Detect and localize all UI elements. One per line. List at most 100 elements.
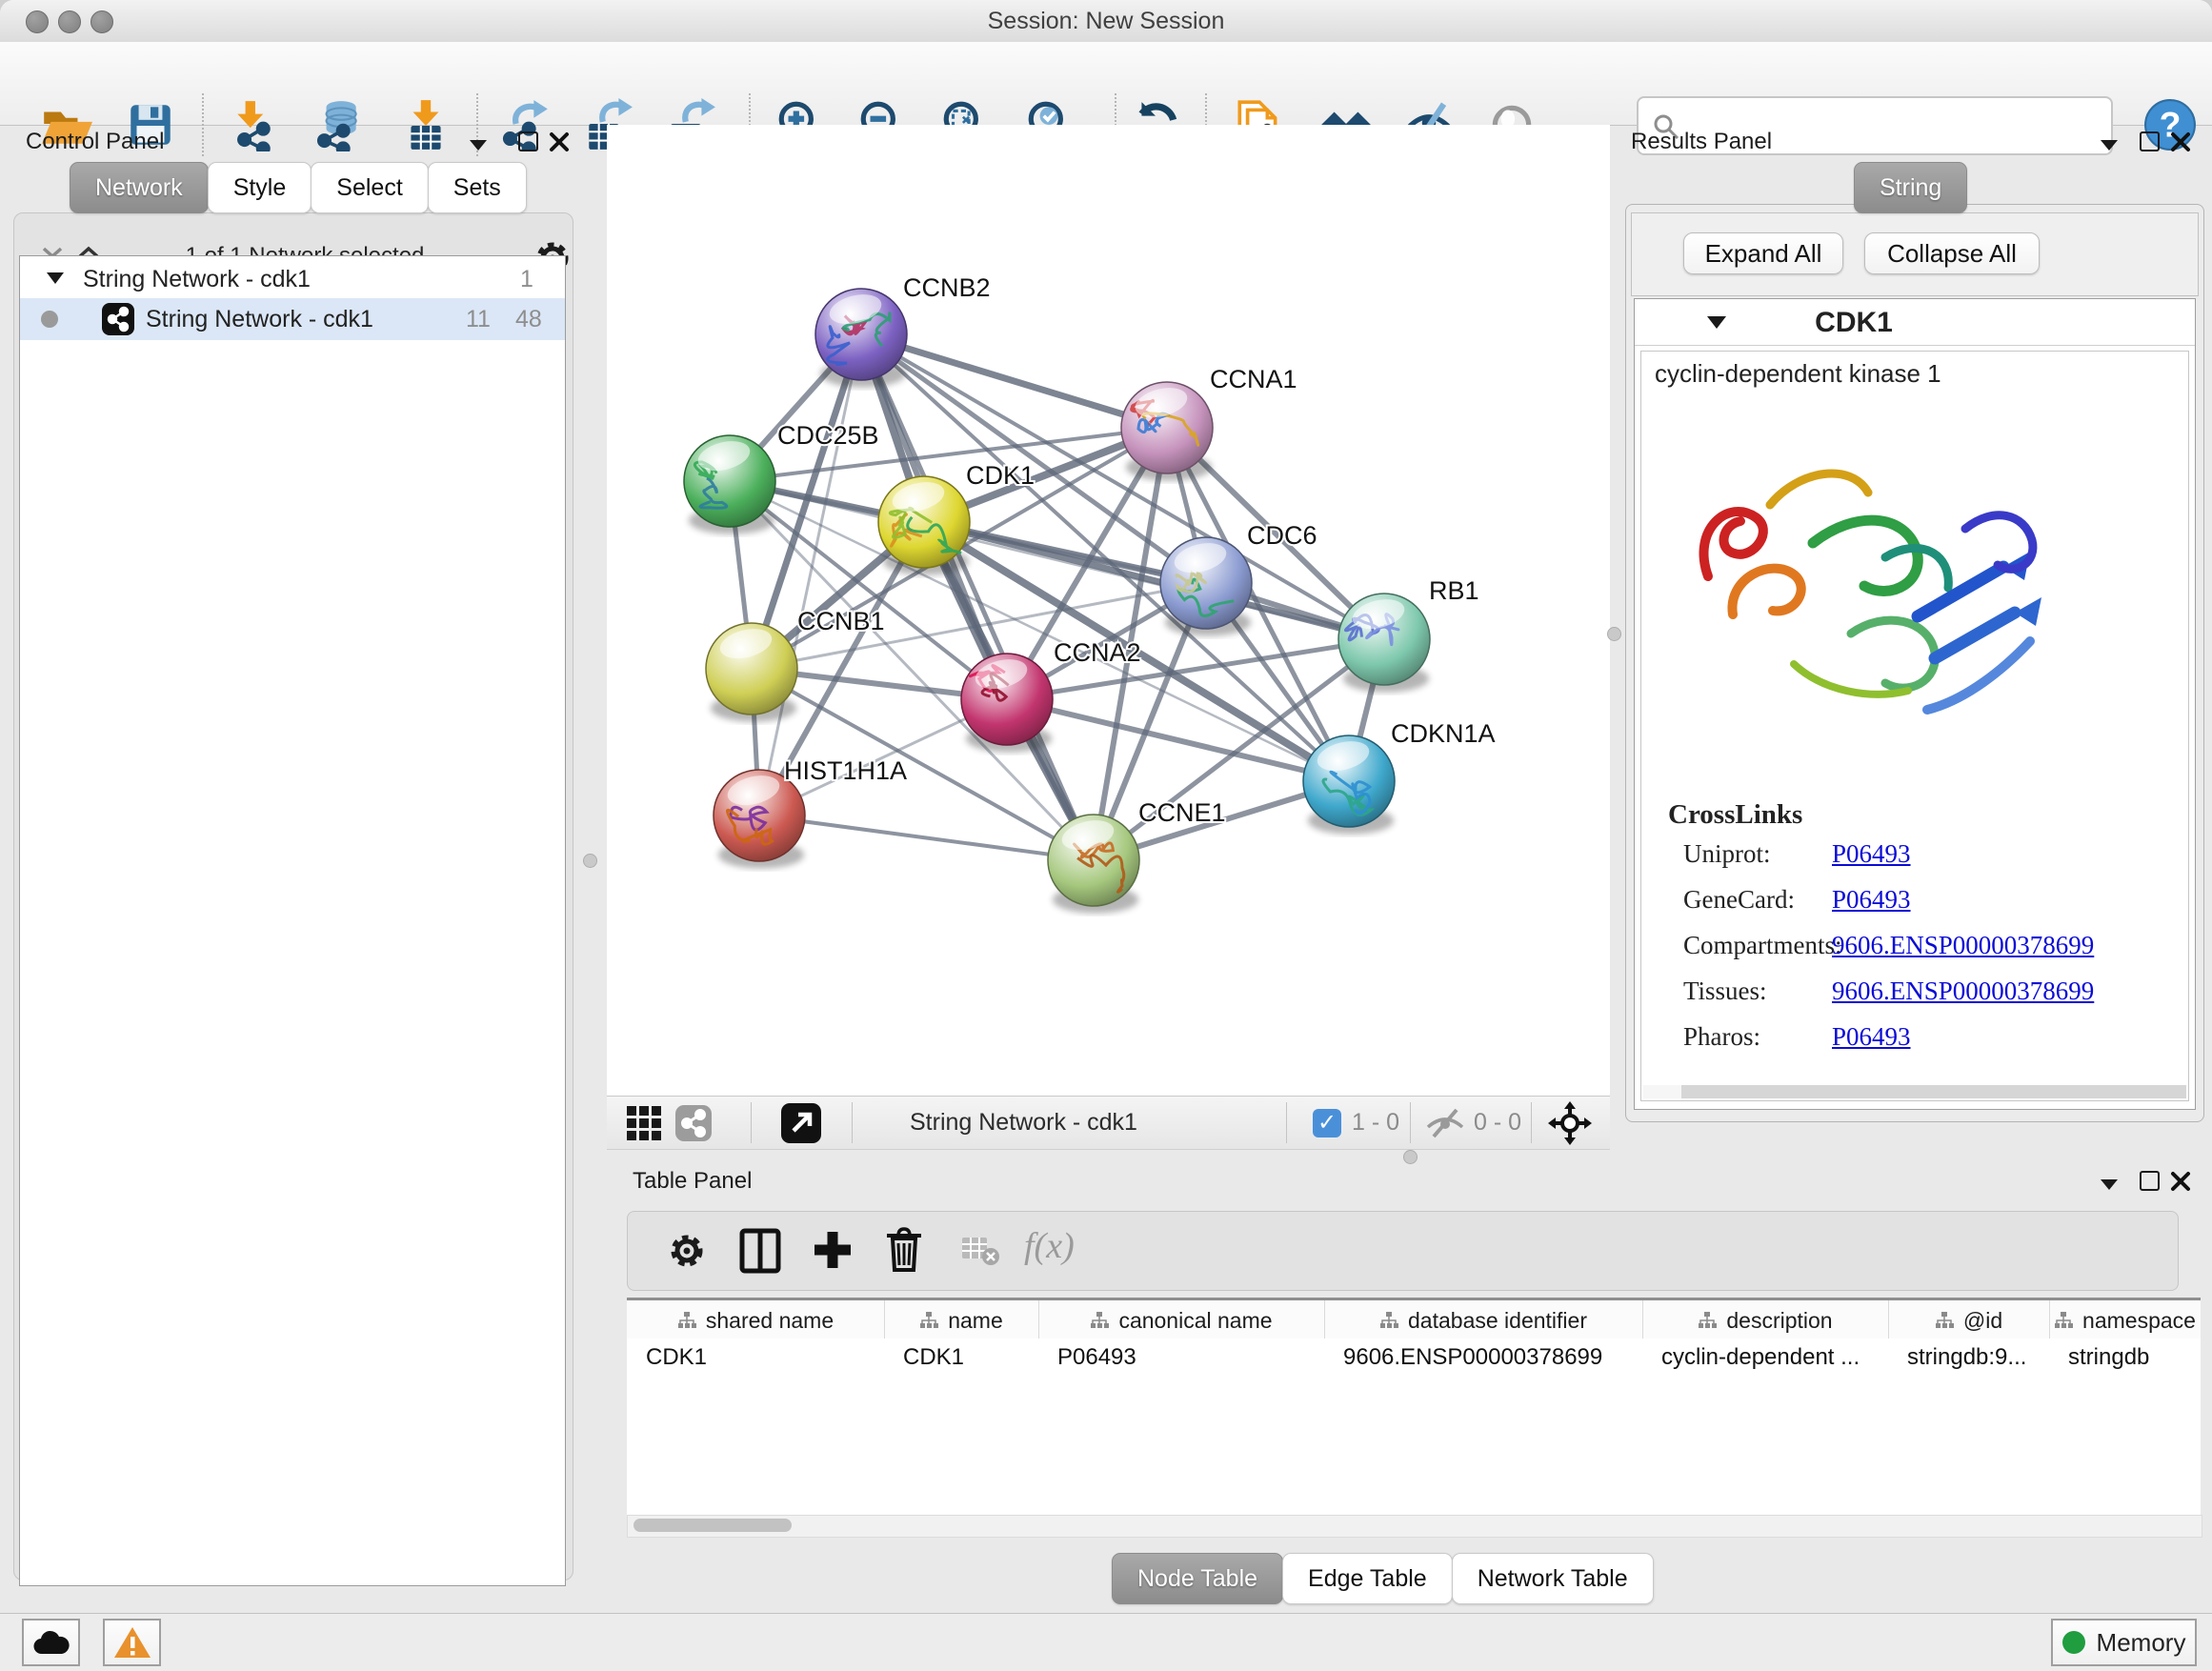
network-graph[interactable]: CCNB2CCNA1CDC25BCDK1CDC6RB1CCNB1CCNA2CDK… (607, 125, 1610, 1096)
graph-node-rb1[interactable]: RB1 (1338, 576, 1479, 693)
window-title: Session: New Session (0, 8, 2212, 35)
tab-network-table[interactable]: Network Table (1452, 1553, 1654, 1604)
tab-edge-table[interactable]: Edge Table (1282, 1553, 1453, 1604)
delete-column-icon[interactable] (883, 1226, 925, 1274)
scrollbar-thumb[interactable] (633, 1519, 792, 1532)
results-button-strip: Expand All Collapse All (1631, 212, 2199, 296)
cloud-status-button[interactable] (22, 1619, 80, 1666)
toolbar-separator (852, 1102, 853, 1143)
column-header-@id[interactable]: @id (1888, 1300, 2050, 1340)
fit-content-crosshair-icon[interactable] (1548, 1101, 1592, 1145)
column-type-icon (919, 1311, 938, 1330)
table-cell[interactable]: 9606.ENSP00000378699 (1343, 1344, 1637, 1377)
collapse-entry-icon[interactable] (1707, 316, 1726, 329)
crosslink-row: Pharos:P06493 (1683, 1022, 2179, 1052)
panel-menu-icon[interactable] (2101, 1178, 2118, 1195)
crosslink-value-link[interactable]: P06493 (1832, 839, 1911, 869)
tab-style[interactable]: Style (208, 162, 312, 213)
cloud-icon (32, 1629, 70, 1656)
column-header-canonical-name[interactable]: canonical name (1038, 1300, 1325, 1340)
entry-detail-box: cyclin-dependent kinase 1 (1640, 351, 2189, 1101)
gear-icon[interactable] (666, 1230, 708, 1272)
graph-node-ccnb2[interactable]: CCNB2 (815, 273, 991, 388)
float-panel-icon[interactable] (2140, 131, 2160, 156)
hidden-eye-icon (1424, 1108, 1466, 1138)
add-column-icon[interactable] (811, 1228, 855, 1272)
selected-checkbox-icon[interactable]: ✓ (1313, 1109, 1341, 1137)
close-panel-icon[interactable] (549, 131, 570, 152)
crosslink-row: Uniprot:P06493 (1683, 839, 2179, 869)
column-type-icon (1935, 1311, 1954, 1330)
table-cell[interactable]: CDK1 (646, 1344, 878, 1377)
network-label: String Network - cdk1 (146, 306, 373, 333)
table-cell[interactable]: cyclin-dependent ... (1661, 1344, 1882, 1377)
tab-sets[interactable]: Sets (428, 162, 527, 213)
network-tree: String Network - cdk1 1 String Network -… (19, 255, 566, 1586)
close-panel-icon[interactable] (2170, 1171, 2191, 1192)
node-label: CDKN1A (1391, 719, 1496, 748)
column-header-database-identifier[interactable]: database identifier (1324, 1300, 1643, 1340)
graph-node-ccnb1[interactable]: CCNB1 (706, 607, 885, 722)
entry-name: CDK1 (1739, 307, 1968, 339)
memory-button[interactable]: Memory (2051, 1619, 2197, 1666)
node-label: RB1 (1429, 576, 1479, 605)
select-columns-icon[interactable] (738, 1228, 782, 1274)
table-body: CDK1 CDK1 P06493 9606.ENSP00000378699 cyclin… (627, 1339, 2201, 1515)
crosslink-value-link[interactable]: P06493 (1832, 885, 1911, 915)
graph-edge[interactable] (759, 815, 1094, 860)
tab-network[interactable]: Network (70, 162, 209, 213)
close-panel-icon[interactable] (2170, 131, 2191, 152)
birdseye-navigator-icon[interactable] (781, 1103, 821, 1143)
column-header-namespace[interactable]: namespace (2049, 1300, 2201, 1340)
tab-node-table[interactable]: Node Table (1112, 1553, 1283, 1604)
collapse-all-button[interactable]: Collapse All (1864, 232, 2040, 274)
column-header-description[interactable]: description (1642, 1300, 1889, 1340)
graph-node-cdkn1a[interactable]: CDKN1A (1303, 719, 1496, 835)
grid-view-icon[interactable] (626, 1105, 662, 1141)
graph-node-ccna1[interactable]: CCNA1 (1121, 365, 1297, 481)
result-entry-header[interactable]: CDK1 (1635, 299, 2195, 346)
graph-node-cdc25b[interactable]: CDC25B (684, 421, 879, 534)
panel-menu-icon[interactable] (470, 138, 487, 155)
table-cell[interactable]: stringdb:9... (1907, 1344, 2043, 1377)
horizontal-splitter-handle[interactable] (1403, 1150, 1418, 1164)
tab-select[interactable]: Select (311, 162, 428, 213)
cytoscape-window: Session: New Session (0, 0, 2212, 1671)
tree-expand-icon[interactable] (47, 272, 64, 284)
warning-status-button[interactable] (103, 1619, 161, 1666)
results-hscrollbar[interactable] (1643, 1085, 2186, 1098)
left-splitter-handle[interactable] (583, 854, 597, 868)
table-cell[interactable]: CDK1 (903, 1344, 1033, 1377)
crosslink-label: Pharos: (1683, 1022, 1832, 1052)
crosslink-value-link[interactable]: P06493 (1832, 1022, 1911, 1052)
column-header-shared-name[interactable]: shared name (627, 1300, 885, 1340)
column-header-label: database identifier (1408, 1308, 1587, 1334)
status-bar: Memory (0, 1613, 2212, 1671)
control-panel: Control Panel NetworkStyleSelectSets 1 o… (10, 125, 577, 1596)
float-panel-icon[interactable] (2140, 1171, 2160, 1196)
column-header-name[interactable]: name (884, 1300, 1039, 1340)
network-edge-count: 48 (515, 306, 542, 333)
crosslink-value-link[interactable]: 9606.ENSP00000378699 (1832, 976, 2094, 1006)
graph-edge[interactable] (861, 334, 1167, 428)
crosslink-value-link[interactable]: 9606.ENSP00000378699 (1832, 931, 2094, 960)
crosslink-row: GeneCard:P06493 (1683, 885, 2179, 915)
toolbar-separator (1286, 1102, 1287, 1143)
column-header-label: @id (1963, 1308, 2002, 1334)
collection-count: 1 (520, 266, 533, 293)
table-header-row: shared namenamecanonical name database id… (627, 1298, 2201, 1341)
column-header-label: description (1726, 1308, 1832, 1334)
network-row-selected[interactable]: String Network - cdk1 11 48 (20, 298, 565, 340)
table-hscrollbar[interactable] (627, 1515, 2202, 1538)
network-node-count: 11 (466, 306, 491, 333)
share-view-icon[interactable] (675, 1105, 712, 1141)
panel-menu-icon[interactable] (2101, 138, 2118, 155)
table-cell[interactable]: P06493 (1057, 1344, 1318, 1377)
table-cell[interactable]: stringdb (2068, 1344, 2195, 1377)
float-panel-icon[interactable] (518, 131, 538, 156)
expand-all-button[interactable]: Expand All (1683, 232, 1843, 274)
network-collection-row[interactable]: String Network - cdk1 1 (20, 260, 565, 298)
graph-node-hist1h1a[interactable]: HIST1H1A (714, 756, 907, 869)
crosslink-label: Compartments: (1683, 931, 1832, 960)
tab-string[interactable]: String (1854, 162, 1967, 213)
